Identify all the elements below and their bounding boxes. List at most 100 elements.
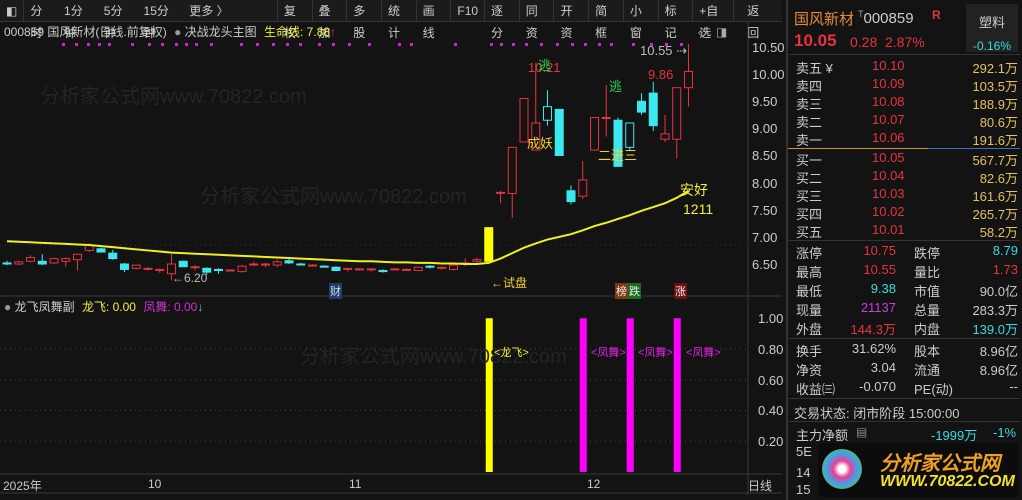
watermark: 分析家公式网www.70822.com [40, 86, 307, 108]
divider [788, 398, 1020, 399]
ask-volume: 191.6万 [972, 133, 1018, 148]
stat-label: 市值 [914, 284, 941, 299]
ask-volume: 292.1万 [972, 61, 1018, 76]
stat-label: 涨停 [796, 246, 823, 261]
bid-label: 买四 [796, 207, 823, 222]
price-tick: 10.00 [752, 67, 785, 83]
signal-dot [332, 43, 335, 46]
bid-price: 10.04 [872, 168, 905, 183]
ask-label: 卖五 ¥ [796, 61, 833, 76]
low-label: ←6.20 [172, 271, 208, 285]
signal-dot [256, 43, 259, 46]
sub-menu-icon[interactable]: ● [4, 300, 11, 314]
stat-value: 10.75 [863, 243, 896, 258]
candle-body [120, 263, 129, 270]
stat-value: 21137 [860, 300, 896, 315]
candle-body [96, 248, 106, 253]
candle-body [14, 261, 24, 265]
candle-body [2, 262, 12, 265]
signal-dot [195, 43, 198, 46]
stat-label: 流通 [914, 363, 941, 378]
stock-name: 国风新材 [794, 11, 855, 28]
candle-body [366, 268, 376, 271]
rank-tag[interactable]: 榜 [615, 283, 628, 299]
price-change: 0.28 [850, 34, 878, 50]
fengwu-value: 凤舞: 0.00 [143, 300, 198, 314]
candle-body [355, 268, 364, 271]
main-flow-value: -1999万 [931, 428, 978, 443]
candle-body [625, 122, 635, 148]
stat-label: 内盘 [914, 322, 941, 337]
signal-dot [525, 43, 528, 46]
anhao-label: 安好 [680, 182, 708, 198]
stat-value: 90.0亿 [979, 284, 1018, 299]
divider [788, 54, 1020, 55]
signal-dot [175, 43, 178, 46]
candle-body [672, 87, 682, 140]
stat-value: 283.3万 [972, 303, 1018, 318]
candle-body [507, 146, 517, 194]
candle-body [308, 264, 317, 267]
stat-value: 3.04 [870, 360, 896, 375]
signal-dot [161, 43, 164, 46]
down-tag[interactable]: 跌 [628, 283, 641, 299]
shipan-label: ←试盘 [491, 276, 528, 290]
stat-label: PE(动) [914, 382, 954, 397]
candle-body [566, 190, 576, 203]
stat-label: 外盘 [796, 322, 823, 337]
ask-label: 卖一 [796, 133, 823, 148]
up-tag[interactable]: 涨 [674, 283, 687, 299]
candle-body [49, 258, 59, 264]
signal-dot [632, 43, 635, 46]
candle-body [131, 264, 141, 269]
stat-label: 换手 [796, 344, 823, 359]
ask-row: 卖三 10.08 188.9万 [796, 94, 1018, 112]
signal-dot [286, 43, 289, 46]
price-tick: 7.00 [752, 229, 778, 245]
price-tick: 7.50 [752, 202, 778, 218]
candle-body [143, 267, 153, 270]
stat-label: 最高 [796, 265, 823, 280]
signal-dot [571, 43, 574, 46]
stock-code: T000859 [858, 9, 914, 27]
list-icon[interactable]: ▤ [856, 425, 867, 439]
stat-row: 最高 10.55 量比 1.73 [796, 262, 1018, 280]
signal-dot [299, 43, 302, 46]
stat-label: 收益㈢ [796, 382, 836, 397]
signal-dot [148, 43, 151, 46]
signal-dot [610, 43, 613, 46]
period-label[interactable]: 日线 [748, 477, 772, 494]
logo-url: WWW.70822.COM [880, 473, 1015, 490]
price-tick: 8.50 [752, 148, 778, 164]
signal-dot [368, 43, 371, 46]
high-label-3: 10.55 ⇢ [640, 43, 688, 58]
bid-row: 买四 10.02 265.7万 [796, 204, 1018, 222]
candle-body [449, 264, 458, 270]
ask-price: 10.07 [872, 112, 905, 127]
sector-box[interactable]: 塑料 -0.16% [966, 4, 1018, 53]
finance-tag[interactable]: 财 [329, 283, 342, 299]
candle-body [543, 106, 552, 121]
row-5e: 5E [796, 444, 812, 459]
candle-body [402, 268, 411, 271]
candle-body [237, 265, 247, 273]
candle-body [390, 268, 400, 271]
ask-label: 卖二 [796, 115, 823, 130]
stat-label: 最低 [796, 284, 823, 299]
stat-label: 总量 [914, 303, 941, 318]
candle-body [578, 179, 588, 197]
signal-dot [75, 43, 78, 46]
candle-body [249, 263, 259, 266]
ask-price: 10.08 [872, 94, 905, 109]
bid-price: 10.03 [872, 186, 905, 201]
candle-body [26, 256, 35, 262]
candle-body [648, 92, 658, 127]
stat-value: 1.73 [992, 262, 1018, 277]
candle-body [343, 267, 353, 270]
signal-dot [98, 43, 101, 46]
candle-body [684, 70, 693, 89]
sub-indicator-name[interactable]: 龙飞凤舞副 [15, 300, 75, 314]
stat-value: 8.79 [992, 243, 1018, 258]
stat-value: 31.62% [851, 341, 896, 356]
signal-dot [62, 43, 65, 46]
